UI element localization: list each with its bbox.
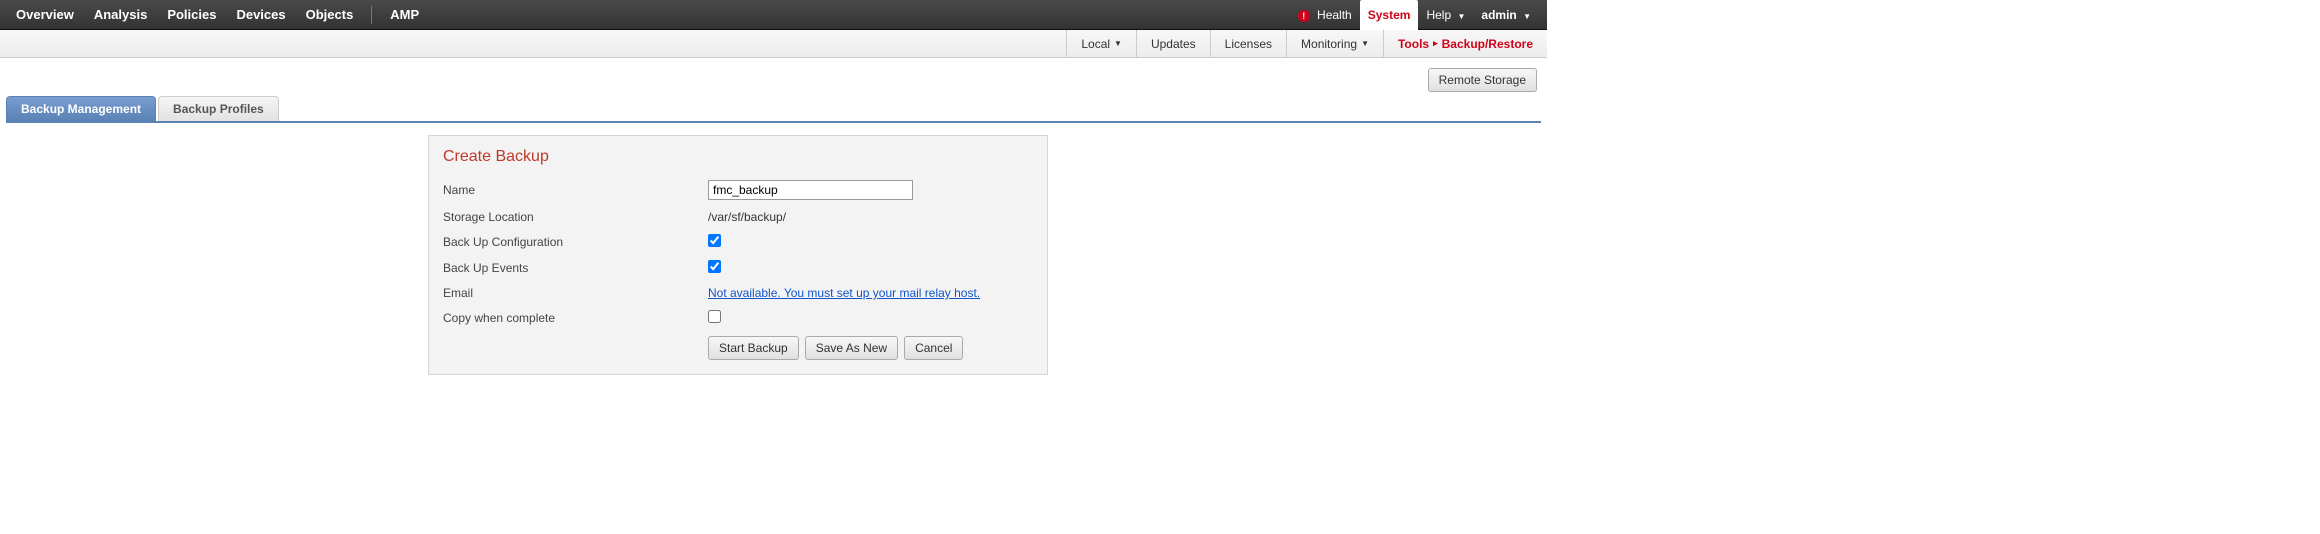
- nav-analysis[interactable]: Analysis: [86, 1, 155, 28]
- chevron-down-icon: ▼: [1523, 12, 1531, 21]
- nav-policies[interactable]: Policies: [159, 1, 224, 28]
- email-label: Email: [443, 286, 708, 300]
- create-backup-panel: Create Backup Name Storage Location /var…: [428, 135, 1048, 375]
- form-title: Create Backup: [443, 148, 1033, 166]
- nav-health-label: Health: [1317, 8, 1352, 22]
- subnav-local[interactable]: Local ▼: [1066, 30, 1136, 57]
- subnav-tools[interactable]: Tools ▸ Backup/Restore: [1383, 30, 1547, 57]
- subnav-active-label: Backup/Restore: [1442, 37, 1533, 51]
- cancel-button[interactable]: Cancel: [904, 336, 963, 360]
- chevron-down-icon: ▼: [1457, 12, 1465, 21]
- copy-checkbox[interactable]: [708, 310, 721, 323]
- nav-devices[interactable]: Devices: [228, 1, 293, 28]
- row-name: Name: [443, 180, 1033, 200]
- chevron-down-icon: ▼: [1114, 39, 1122, 48]
- storage-label: Storage Location: [443, 210, 708, 224]
- events-label: Back Up Events: [443, 261, 708, 275]
- nav-overview[interactable]: Overview: [8, 1, 82, 28]
- breadcrumb-sep-icon: ▸: [1433, 38, 1438, 49]
- chevron-down-icon: ▼: [1361, 39, 1369, 48]
- nav-amp[interactable]: AMP: [382, 1, 427, 28]
- config-label: Back Up Configuration: [443, 235, 708, 249]
- nav-divider: [371, 6, 372, 24]
- name-label: Name: [443, 183, 708, 197]
- tabs-row: Backup Management Backup Profiles: [6, 96, 1541, 123]
- row-email: Email Not available. You must set up you…: [443, 286, 1033, 300]
- save-as-new-button[interactable]: Save As New: [805, 336, 898, 360]
- email-setup-link[interactable]: Not available. You must set up your mail…: [708, 286, 980, 300]
- nav-help-label: Help: [1426, 8, 1451, 22]
- top-nav-right: ! Health System Help ▼ admin ▼: [1290, 0, 1539, 30]
- tab-backup-profiles[interactable]: Backup Profiles: [158, 96, 279, 121]
- alert-icon: !: [1298, 10, 1310, 22]
- storage-value: /var/sf/backup/: [708, 210, 1033, 224]
- form-actions: Start Backup Save As New Cancel: [708, 336, 1033, 360]
- row-storage: Storage Location /var/sf/backup/: [443, 210, 1033, 224]
- nav-objects[interactable]: Objects: [298, 1, 362, 28]
- nav-help[interactable]: Help ▼: [1418, 2, 1473, 28]
- config-checkbox[interactable]: [708, 234, 721, 247]
- remote-storage-button[interactable]: Remote Storage: [1428, 68, 1537, 92]
- copy-label: Copy when complete: [443, 311, 708, 325]
- top-nav-left: Overview Analysis Policies Devices Objec…: [8, 1, 427, 28]
- subnav-licenses[interactable]: Licenses: [1210, 30, 1286, 57]
- subnav-item-label: Monitoring: [1301, 37, 1357, 51]
- nav-health[interactable]: ! Health: [1290, 2, 1360, 28]
- tab-backup-management[interactable]: Backup Management: [6, 96, 156, 121]
- top-nav: Overview Analysis Policies Devices Objec…: [0, 0, 1547, 30]
- nav-user[interactable]: admin ▼: [1473, 2, 1539, 28]
- page-actions: Remote Storage: [0, 58, 1547, 96]
- nav-user-label: admin: [1481, 8, 1516, 22]
- subnav-monitoring[interactable]: Monitoring ▼: [1286, 30, 1383, 57]
- start-backup-button[interactable]: Start Backup: [708, 336, 799, 360]
- name-input[interactable]: [708, 180, 913, 200]
- row-config: Back Up Configuration: [443, 234, 1033, 250]
- sub-nav: Local ▼ Updates Licenses Monitoring ▼ To…: [0, 30, 1547, 58]
- subnav-tools-label: Tools: [1398, 37, 1429, 51]
- row-copy: Copy when complete: [443, 310, 1033, 326]
- nav-system[interactable]: System: [1360, 0, 1419, 30]
- subnav-item-label: Local: [1081, 37, 1110, 51]
- subnav-updates[interactable]: Updates: [1136, 30, 1210, 57]
- events-checkbox[interactable]: [708, 260, 721, 273]
- row-events: Back Up Events: [443, 260, 1033, 276]
